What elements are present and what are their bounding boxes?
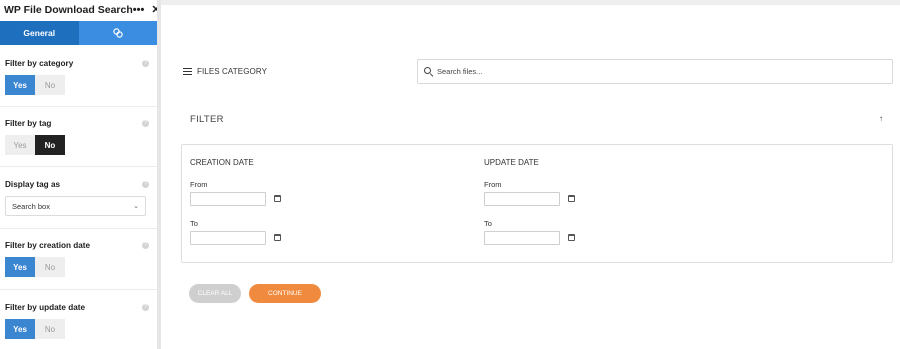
toggle-no[interactable]: No [35,257,65,277]
calendar-icon[interactable] [568,195,575,202]
toggle-yes[interactable]: Yes [5,75,35,95]
search-input[interactable]: Search files... [417,59,893,84]
style-brush-icon [113,28,123,38]
update-date-title: UPDATE DATE [484,158,539,167]
divider [0,289,157,290]
help-icon[interactable]: ? [142,59,149,67]
creation-from-label: From [190,180,208,189]
collapse-button[interactable]: ↑ [875,112,887,124]
toggle-no[interactable]: No [35,135,65,155]
toggle-no[interactable]: No [35,319,65,339]
more-dots-icon[interactable]: ••• [133,4,145,16]
update-to-label: To [484,219,492,228]
divider [0,106,157,107]
help-icon[interactable]: ? [142,241,149,249]
hamburger-icon [183,67,192,76]
display-tag-select[interactable]: Search box ⌄ [5,196,146,216]
creation-from-input[interactable] [190,192,266,206]
yes-no-toggle: Yes No [5,319,65,339]
creation-to-label: To [190,219,198,228]
yes-no-toggle: Yes No [5,257,65,277]
panel-title: WP File Download Search [4,4,133,16]
tab-general[interactable]: General [0,21,79,45]
calendar-icon[interactable] [568,234,575,241]
setting-filter-by-category: Filter by category ? Yes No [0,56,157,95]
setting-label: Filter by update date [5,302,86,312]
panel-resize-edge[interactable] [157,0,161,349]
creation-date-title: CREATION DATE [190,158,254,167]
setting-label: Filter by creation date [5,240,91,250]
continue-button[interactable]: CONTINUE [249,284,321,303]
search-placeholder: Search files... [437,67,483,76]
panel-tabs: General [0,21,157,45]
settings-panel: WP File Download Search ••• ✕ General Fi… [0,0,158,349]
divider [0,166,157,167]
setting-display-tag-as: Display tag as ? Search box ⌄ [0,177,157,216]
tab-style[interactable] [78,21,157,45]
setting-label: Display tag as [5,179,61,189]
toggle-yes[interactable]: Yes [5,135,35,155]
chevron-down-icon: ⌄ [133,203,139,210]
creation-to-input[interactable] [190,231,266,245]
select-value: Search box [12,201,50,211]
calendar-icon[interactable] [274,234,281,241]
files-category-label: FILES CATEGORY [197,67,268,76]
update-to-input[interactable] [484,231,560,245]
setting-label: Filter by category [5,58,74,68]
divider [0,228,157,229]
help-icon[interactable]: ? [142,119,149,127]
toggle-yes[interactable]: Yes [5,257,35,277]
setting-filter-by-tag: Filter by tag ? Yes No [0,116,157,155]
calendar-icon[interactable] [274,195,281,202]
yes-no-toggle: Yes No [5,135,65,155]
clear-all-button[interactable]: CLEAR ALL [189,284,241,303]
tab-general-label: General [23,28,56,38]
setting-label: Filter by tag [5,118,52,128]
help-icon[interactable]: ? [142,303,149,311]
preview-top-strip [161,0,900,5]
toggle-no[interactable]: No [35,75,65,95]
update-from-label: From [484,180,502,189]
files-category-menu[interactable]: FILES CATEGORY [183,67,267,76]
yes-no-toggle: Yes No [5,75,65,95]
filter-title: FILTER [190,114,224,125]
panel-header: WP File Download Search ••• ✕ [0,0,157,20]
arrow-up-icon: ↑ [879,113,883,123]
search-icon [424,67,433,76]
setting-filter-by-creation-date: Filter by creation date ? Yes No [0,238,157,277]
update-from-input[interactable] [484,192,560,206]
toggle-yes[interactable]: Yes [5,319,35,339]
help-icon[interactable]: ? [142,180,149,188]
setting-filter-by-update-date: Filter by update date ? Yes No [0,300,157,339]
